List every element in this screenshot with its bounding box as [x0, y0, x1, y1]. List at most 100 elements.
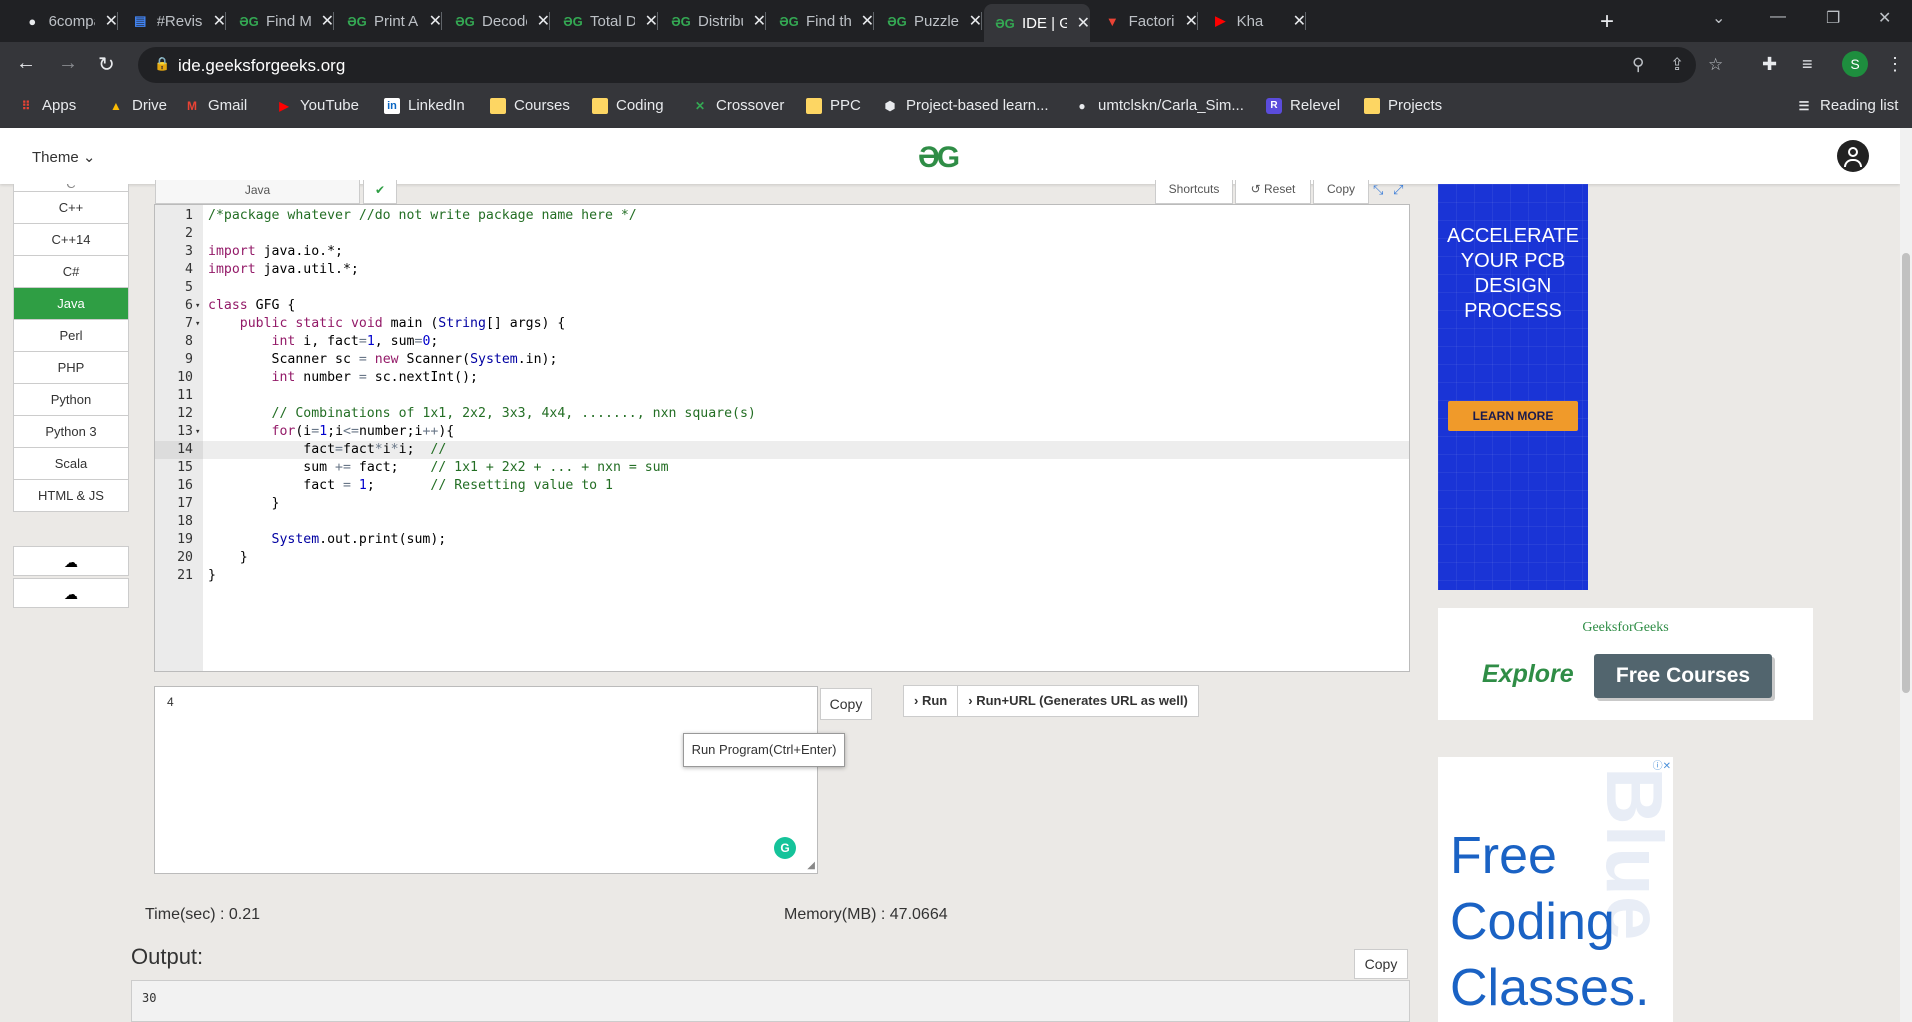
run-url-button[interactable]: › Run+URL (Generates URL as well) [958, 686, 1198, 716]
share-icon[interactable]: ⇪ [1670, 55, 1684, 75]
close-tab-icon[interactable]: ✕ [105, 11, 118, 31]
language-php[interactable]: PHP [13, 352, 129, 384]
profile-avatar[interactable]: S [1842, 51, 1868, 77]
language-html-js[interactable]: HTML & JS [13, 480, 129, 512]
bookmark-project-based-learn[interactable]: ⬢ Project-based learn... [882, 97, 1049, 114]
minimize-icon[interactable]: — [1770, 8, 1786, 26]
bookmark-apps[interactable]: ⠿ Apps [18, 97, 77, 114]
collapse-icon[interactable]: ⤡ [1373, 182, 1383, 198]
close-tab-icon[interactable]: ✕ [969, 11, 982, 31]
resize-handle-icon[interactable]: ◢ [807, 860, 815, 871]
close-tab-icon[interactable]: ✕ [645, 11, 658, 31]
close-tab-icon[interactable]: ✕ [1077, 13, 1090, 33]
reset-button[interactable]: ↺ Reset [1235, 180, 1311, 204]
media-control-icon[interactable]: ≡ [1802, 54, 1813, 75]
coding-classes-ad[interactable]: Blue Free Coding Classes. ⓘ✕ [1438, 757, 1673, 1022]
ad-close-icon[interactable]: ⓘ✕ [1653, 757, 1671, 772]
lock-icon[interactable]: 🔒 [154, 56, 170, 72]
zoom-icon[interactable]: ⚲ [1632, 55, 1644, 75]
browser-tab[interactable]: ƏGDecode✕ [444, 6, 550, 36]
browser-tab[interactable]: ƏGDistribu✕ [660, 6, 766, 36]
cloud-download-icon[interactable]: ☁ [13, 578, 129, 608]
browser-tab[interactable]: ▤#Revise✕ [120, 6, 226, 36]
user-account-icon[interactable] [1837, 140, 1869, 172]
cloud-upload-icon[interactable]: ☁ [13, 546, 129, 576]
learn-more-button[interactable]: LEARN MORE [1448, 401, 1578, 431]
theme-dropdown[interactable]: Theme ⌄ [32, 148, 95, 166]
stdin-value[interactable]: 4 [167, 695, 174, 709]
browser-tab[interactable]: ƏG Print Ar ✕ [336, 6, 442, 36]
close-window-icon[interactable]: ✕ [1878, 8, 1891, 28]
bookmark-gmail[interactable]: M Gmail [184, 97, 247, 114]
reload-icon[interactable]: ↻ [98, 52, 115, 77]
new-tab-button[interactable]: + [1600, 8, 1614, 36]
close-tab-icon[interactable]: ✕ [1293, 11, 1306, 31]
gfg-courses-ad[interactable]: GeeksforGeeks Explore Free Courses [1438, 608, 1813, 720]
editor-language-tab[interactable]: Java [155, 180, 360, 204]
close-tab-icon[interactable]: ✕ [429, 11, 442, 31]
bookmark-drive[interactable]: ▲ Drive [108, 97, 167, 114]
check-icon[interactable]: ✔ [363, 180, 397, 204]
github-icon: ● [28, 13, 37, 29]
output-copy-button[interactable]: Copy [1354, 949, 1408, 979]
language-java[interactable]: Java [13, 288, 129, 320]
bookmark-umtclskn-carla-sim[interactable]: ● umtclskn/Carla_Sim... [1074, 97, 1244, 114]
bookmark-relevel[interactable]: R Relevel [1266, 97, 1340, 114]
close-tab-icon[interactable]: ✕ [537, 11, 550, 31]
back-icon[interactable]: ← [16, 52, 36, 75]
shortcuts-button[interactable]: Shortcuts [1155, 180, 1233, 204]
bookmark-crossover[interactable]: ✕ Crossover [692, 97, 784, 114]
pcb-ad[interactable]: ACCELERATE YOUR PCB DESIGN PROCESS LEARN… [1438, 184, 1588, 590]
input-copy-button[interactable]: Copy [820, 688, 872, 720]
language-cpp14[interactable]: C++14 [13, 224, 129, 256]
gfg-logo[interactable]: ƏG [918, 141, 960, 175]
browser-tab[interactable]: ▼Factoria✕ [1092, 6, 1198, 36]
bookmark-linkedin[interactable]: in LinkedIn [384, 97, 465, 114]
extensions-icon[interactable]: ✚ [1762, 54, 1777, 75]
page-scrollbar[interactable] [1900, 128, 1912, 1022]
restore-icon[interactable]: ❐ [1826, 8, 1840, 28]
gfg-ad-brand: GeeksforGeeks [1582, 620, 1669, 635]
fullscreen-icon[interactable]: ⤢ [1393, 182, 1403, 198]
language-scala[interactable]: Scala [13, 448, 129, 480]
close-tab-icon[interactable]: ✕ [753, 11, 766, 31]
browser-tab[interactable]: ƏG Find th ✕ [768, 6, 874, 36]
browser-tab[interactable]: ▶ Kha ✕ [1200, 6, 1306, 36]
forward-icon[interactable]: → [58, 52, 78, 75]
bookmark-youtube[interactable]: ▶ YouTube [276, 97, 359, 114]
code-editor[interactable]: 1/*package whatever //do not write packa… [154, 204, 1410, 672]
folder-icon [592, 97, 608, 114]
browser-tab[interactable]: ƏG Total D ✕ [552, 6, 658, 36]
grammarly-icon[interactable]: G [774, 837, 796, 859]
close-tab-icon[interactable]: ✕ [1185, 11, 1198, 31]
close-tab-icon[interactable]: ✕ [861, 11, 874, 31]
language-python[interactable]: Python [13, 384, 129, 416]
bookmark-courses[interactable]: Courses [490, 97, 570, 114]
close-tab-icon[interactable]: ✕ [213, 11, 226, 31]
run-button[interactable]: › Run [904, 686, 959, 716]
language-perl[interactable]: Perl [13, 320, 129, 352]
bookmark-projects[interactable]: Projects [1364, 97, 1442, 114]
menu-icon[interactable]: ⋮ [1886, 54, 1904, 75]
language-c[interactable]: C [13, 184, 129, 192]
memory-stat: Memory(MB) : 47.0664 [784, 906, 948, 923]
language-python-3[interactable]: Python 3 [13, 416, 129, 448]
free-courses-button[interactable]: Free Courses [1594, 654, 1772, 698]
address-bar[interactable]: 🔒 ide.geeksforgeeks.org ⚲ ⇪ ☆ [138, 47, 1723, 83]
close-tab-icon[interactable]: ✕ [321, 11, 334, 31]
browser-tab[interactable]: ƏG Find Mi ✕ [228, 6, 334, 36]
browser-tab[interactable]: ƏGIDE | Ge✕ [984, 4, 1090, 42]
reading-list-button[interactable]: ☰ Reading list [1796, 97, 1899, 114]
bookmark-coding[interactable]: Coding [592, 97, 664, 114]
bookmark-ppc[interactable]: PPC [806, 97, 861, 114]
url-text[interactable]: ide.geeksforgeeks.org [178, 56, 345, 76]
browser-tab[interactable]: ƏGPuzzle |✕ [876, 6, 982, 36]
scrollbar-thumb[interactable] [1902, 253, 1910, 693]
stdin-input[interactable]: 4 G ◢ [154, 686, 818, 874]
tab-search-icon[interactable]: ⌄ [1712, 8, 1725, 28]
browser-tab[interactable]: ●6compa✕ [12, 6, 118, 36]
editor-copy-button[interactable]: Copy [1313, 180, 1369, 204]
bookmark-star-icon[interactable]: ☆ [1708, 55, 1723, 75]
language-csharp[interactable]: C# [13, 256, 129, 288]
language-cpp[interactable]: C++ [13, 192, 129, 224]
